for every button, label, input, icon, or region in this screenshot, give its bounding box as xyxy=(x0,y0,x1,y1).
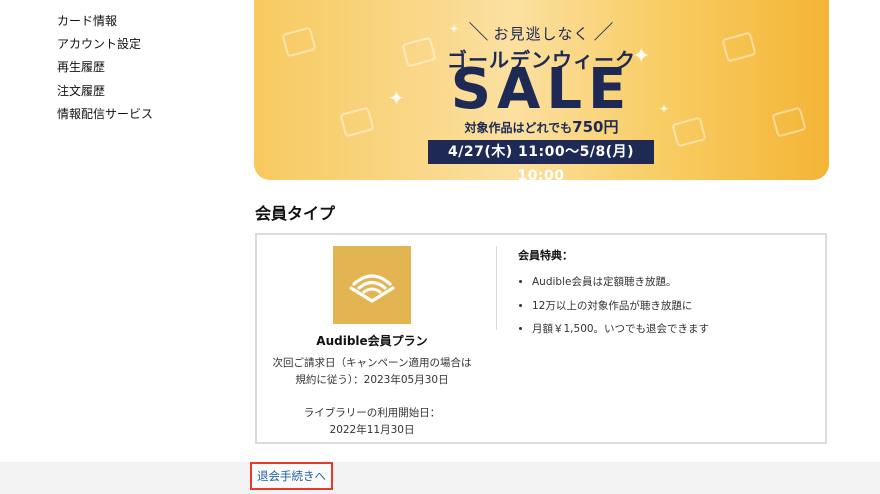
benefits-list: Audible会員は定額聴き放題。 12万以上の対象作品が聴き放題に 月額￥1,… xyxy=(518,271,709,342)
library-start-date: ライブラリーの利用開始日： 2022年11月30日 xyxy=(303,407,441,436)
benefits-panel: 会員特典： Audible会員は定額聴き放題。 12万以上の対象作品が聴き放題に… xyxy=(518,247,709,342)
footer-band xyxy=(0,462,880,494)
benefit-item: 12万以上の対象作品が聴き放題に xyxy=(532,295,709,319)
plan-name: Audible会員プラン xyxy=(316,334,428,348)
sidebar-item-play-history[interactable]: 再生履歴 xyxy=(57,56,153,79)
section-title-membership: 会員タイプ xyxy=(255,204,336,223)
membership-card: Audible会員プラン 次回ご請求日（キャンペーン適用の場合は規約に従う）：2… xyxy=(255,233,827,444)
banner-subtitle-text: お見逃しなく xyxy=(493,25,590,43)
benefit-item: Audible会員は定額聴き放題。 xyxy=(532,271,709,295)
sale-banner[interactable]: ✦ ✦ ✦ ✦ ＼ お見逃しなく／ ゴールデンウィーク SALE 対象作品はどれで… xyxy=(254,0,829,180)
banner-date-range: 4/27(木) 11:00～5/8(月) 10:00 xyxy=(428,140,654,180)
sidebar-item-account-settings[interactable]: アカウント設定 xyxy=(57,33,153,56)
audible-logo xyxy=(333,246,411,324)
sidebar-item-notification-service[interactable]: 情報配信サービス xyxy=(57,103,153,126)
benefits-title: 会員特典： xyxy=(518,249,573,262)
sidebar-item-card-info[interactable]: カード情報 xyxy=(57,10,153,33)
card-divider xyxy=(496,246,497,330)
next-billing-date: 次回ご請求日（キャンペーン適用の場合は規約に従う）：2023年05月30日 xyxy=(272,357,472,386)
banner-price: 対象作品はどれでも750円 xyxy=(254,116,829,137)
banner-sale-text: SALE xyxy=(450,57,633,122)
sidebar-item-order-history[interactable]: 注文履歴 xyxy=(57,80,153,103)
account-sidebar: カード情報 アカウント設定 再生履歴 注文履歴 情報配信サービス xyxy=(57,10,153,126)
banner-price-label: 対象作品はどれでも xyxy=(464,121,573,135)
cancel-membership-link[interactable]: 退会手続きへ xyxy=(250,462,333,490)
banner-price-value: 750円 xyxy=(572,118,619,136)
benefit-item: 月額￥1,500。いつでも退会できます xyxy=(532,318,709,342)
banner-subtitle: ＼ お見逃しなく／ xyxy=(468,20,615,44)
audible-wifi-icon xyxy=(349,274,395,303)
